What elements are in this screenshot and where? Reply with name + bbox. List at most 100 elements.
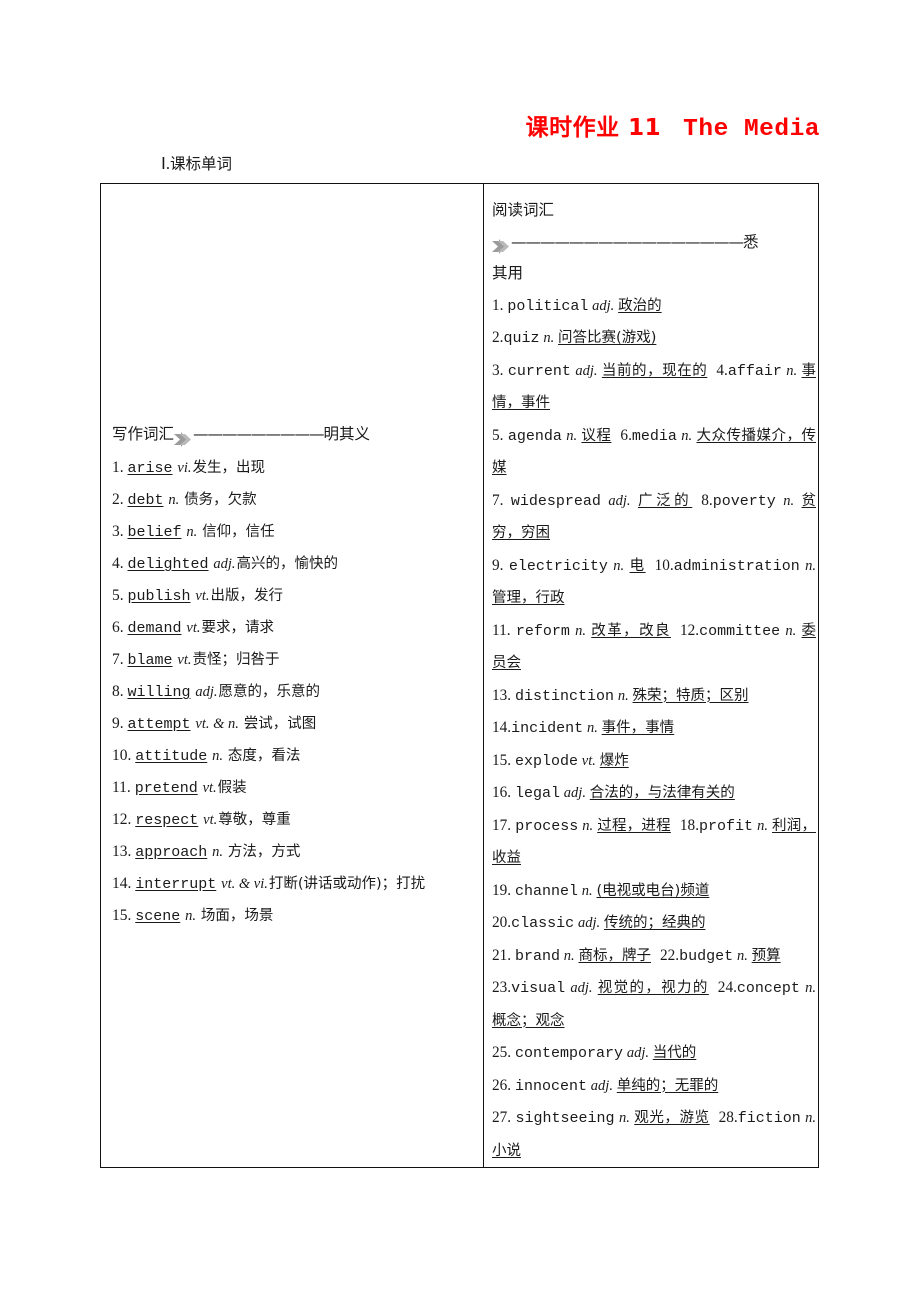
- double-chevron-right-icon: [492, 234, 511, 255]
- list-item: 25. contemporary adj. 当代的: [492, 1044, 697, 1062]
- item-word: willing: [127, 684, 191, 701]
- item-pos: n.: [212, 844, 224, 860]
- item-pos: vt.: [177, 652, 192, 668]
- list-item: 14. interrupt vt. & vi.打断(讲话或动作)；打扰: [112, 868, 474, 900]
- list-item: 23.visual adj. 视觉的，视力的: [492, 979, 709, 997]
- item-number: 16.: [492, 784, 512, 801]
- item-pos: n.: [613, 557, 625, 574]
- item-word: arise: [127, 460, 173, 477]
- item-definition: 方法，方式: [227, 844, 301, 860]
- item-word: media: [631, 427, 677, 445]
- item-definition: 观光，游览: [634, 1110, 710, 1126]
- item-definition: 尊敬，尊重: [218, 812, 291, 828]
- item-number: 10.: [112, 747, 132, 764]
- writing-vocabulary-cell: 写作词汇 —————————明其义 1. arise vi.发生，出现 2. de…: [101, 184, 484, 1167]
- vocabulary-table: 写作词汇 —————————明其义 1. arise vi.发生，出现 2. de…: [100, 183, 819, 1168]
- item-pos: n.: [543, 330, 555, 346]
- item-definition: 愿意的，乐意的: [218, 684, 321, 700]
- writing-vocab-dashes: —————————: [193, 425, 324, 443]
- item-definition: 电: [629, 557, 646, 574]
- item-definition: 责怪；归咎于: [192, 652, 280, 668]
- item-definition: 当代的: [652, 1045, 697, 1061]
- item-pos: adj.: [563, 785, 586, 801]
- item-number: 11.: [492, 621, 511, 639]
- item-word: explode: [514, 752, 578, 770]
- item-pos: n.: [168, 492, 180, 508]
- item-pos: adj.: [213, 556, 236, 572]
- item-pos: n.: [617, 687, 629, 704]
- page-title: 课时作业 11 The Media: [0, 108, 820, 143]
- reading-vocab-list: 1. political adj. 政治的 2.quiz n. 问答比赛(游戏)…: [492, 290, 816, 1168]
- item-word: distinction: [514, 687, 614, 705]
- item-word: affair: [727, 362, 782, 380]
- item-number: 12.: [112, 811, 132, 828]
- item-number: 1.: [112, 459, 124, 476]
- item-number: 19.: [492, 881, 512, 899]
- item-definition: 问答比赛(游戏): [558, 330, 657, 346]
- list-item: 11. reform n. 改革，改良: [492, 621, 671, 640]
- item-number: 9.: [492, 556, 504, 574]
- item-pos: n.: [581, 882, 593, 899]
- item-word: blame: [127, 652, 173, 669]
- list-item: 10. attitude n. 态度，看法: [112, 740, 474, 772]
- list-item: 14.incident n. 事件，事情: [492, 719, 675, 737]
- item-word: administration: [673, 557, 800, 575]
- list-item: 9. electricity n. 电: [492, 556, 646, 575]
- item-number: 5.: [112, 587, 124, 604]
- list-item: 21. brand n. 商标，牌子: [492, 947, 651, 965]
- item-word: widespread: [510, 492, 601, 510]
- item-word: respect: [135, 812, 199, 829]
- item-number: 3.: [112, 523, 124, 540]
- item-pos: adj.: [592, 297, 615, 314]
- item-definition: 爆炸: [599, 752, 629, 769]
- writing-vocab-label: 写作词汇: [112, 425, 175, 443]
- list-item: 6. demand vt.要求，请求: [112, 612, 474, 644]
- item-number: 15.: [112, 907, 132, 924]
- item-word: scene: [135, 908, 181, 925]
- list-item: 15. scene n. 场面，场景: [112, 900, 474, 932]
- item-definition: 传统的；经典的: [603, 915, 706, 931]
- list-item: 7. blame vt.责怪；归咎于: [112, 644, 474, 676]
- writing-vocab-tail: 明其义: [323, 425, 371, 443]
- item-pos: vt.: [186, 620, 201, 636]
- item-number: 13.: [492, 686, 512, 704]
- item-number: 15.: [492, 751, 512, 769]
- item-number: 13.: [112, 843, 132, 860]
- item-number: 2.: [492, 329, 504, 346]
- item-word: delighted: [127, 556, 209, 573]
- item-number: 14.: [112, 875, 132, 892]
- list-item: 2.quiz n. 问答比赛(游戏): [492, 329, 657, 347]
- section-heading: Ⅰ.课标单词: [161, 152, 232, 174]
- item-definition: 单纯的；无罪的: [616, 1077, 719, 1094]
- item-pos: n.: [805, 557, 817, 574]
- item-number: 3.: [492, 361, 504, 379]
- item-number: 1.: [492, 296, 504, 314]
- page-title-en: The Media: [683, 116, 820, 143]
- item-number: 6.: [620, 426, 632, 444]
- item-pos: adj.: [608, 492, 631, 509]
- item-definition: 过程，进程: [597, 817, 671, 834]
- item-pos: adj.: [577, 915, 601, 931]
- item-pos: n.: [805, 980, 817, 996]
- item-pos: vt.: [202, 780, 217, 796]
- list-item: 11. pretend vt.假装: [112, 772, 474, 804]
- item-word: profit: [699, 817, 754, 835]
- item-number: 28.: [718, 1109, 738, 1126]
- item-pos: n.: [586, 720, 598, 736]
- item-number: 22.: [660, 946, 680, 964]
- item-pos: n.: [805, 1110, 817, 1126]
- list-item: 8. willing adj.愿意的，乐意的: [112, 676, 474, 708]
- item-pos: adj.: [590, 1077, 613, 1094]
- item-definition: 管理，行政: [492, 590, 565, 606]
- item-number: 17.: [492, 816, 512, 834]
- item-number: 12.: [679, 621, 700, 639]
- item-definition: 信仰，信任: [202, 524, 275, 540]
- list-item: 1. political adj. 政治的: [492, 296, 662, 315]
- item-pos: n.: [681, 427, 693, 444]
- item-word: sightseeing: [515, 1110, 615, 1127]
- item-pos: n.: [757, 817, 768, 834]
- item-number: 23.: [492, 979, 512, 996]
- item-word: fiction: [737, 1110, 801, 1127]
- item-definition: 小说: [492, 1142, 521, 1159]
- item-definition: 事件，事情: [601, 720, 675, 736]
